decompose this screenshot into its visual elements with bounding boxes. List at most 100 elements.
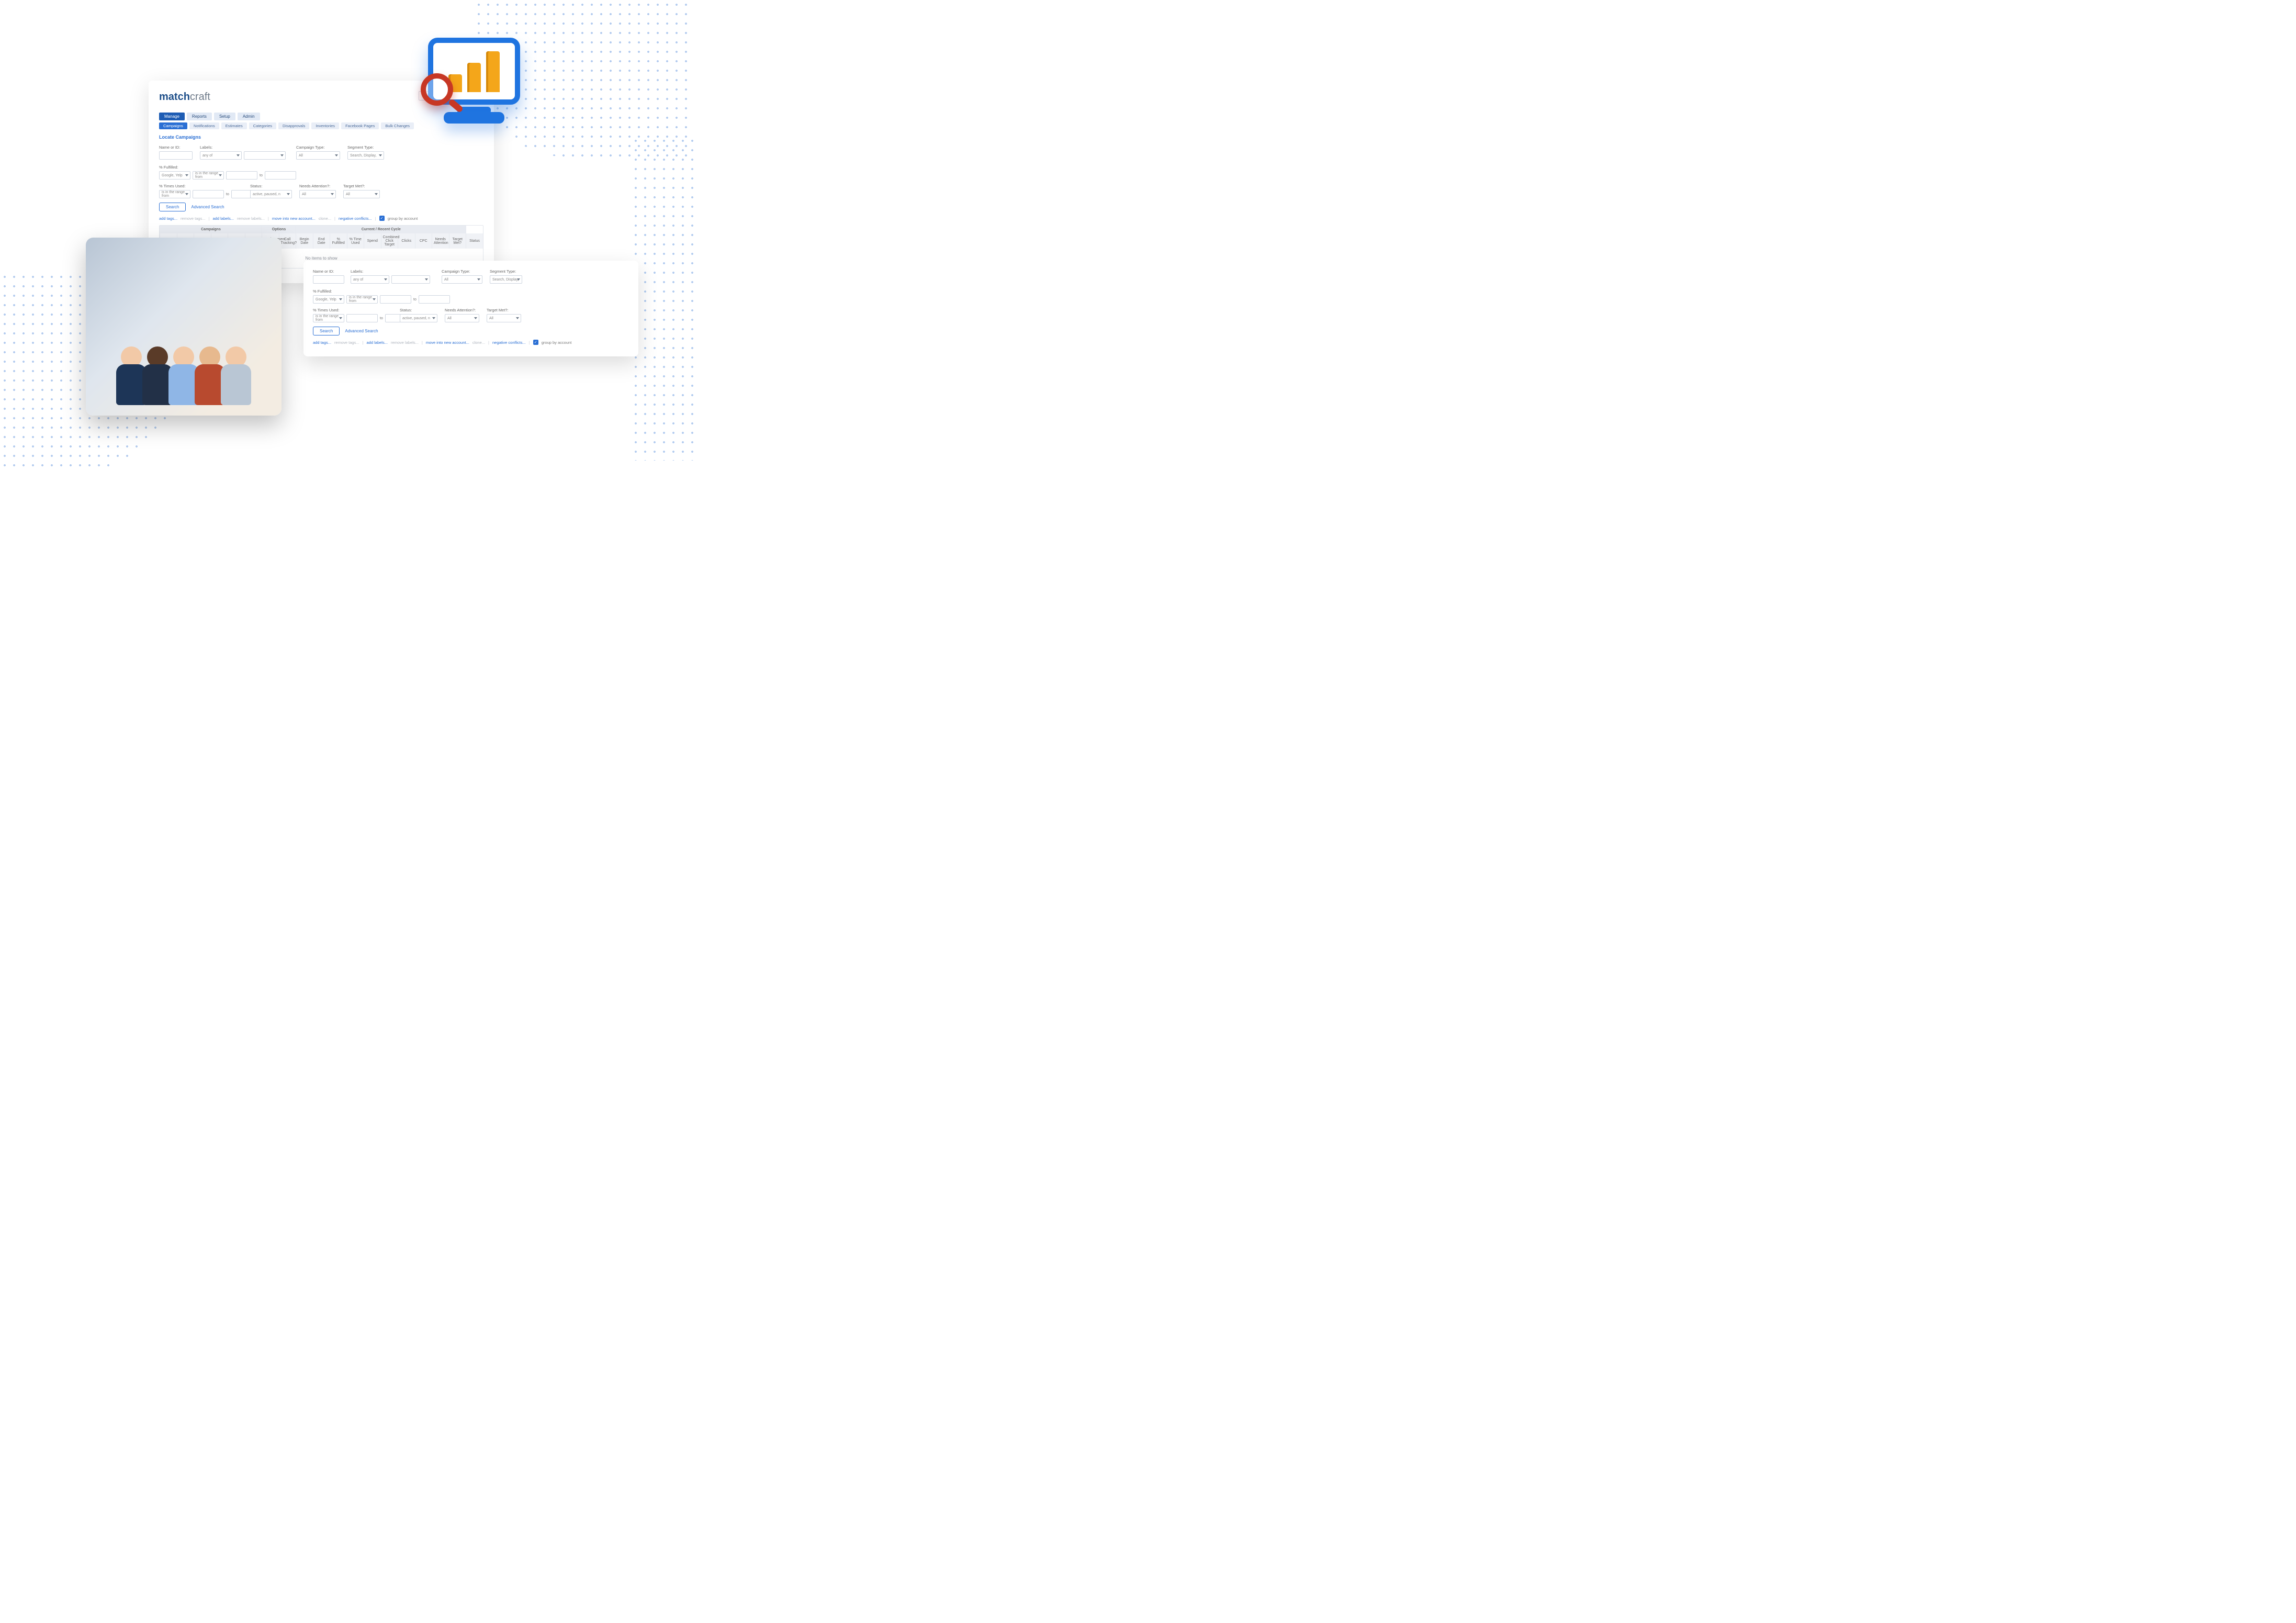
f-label-segment-type: Segment Type: [490,269,522,274]
chevron-down-icon [375,193,378,195]
f-label-times-used: % Times Used: [313,308,392,312]
f-action-remove-labels[interactable]: remove labels... [391,340,419,345]
label-to: to [226,193,229,196]
filter-row-2: % Times Used: is in the range from to St… [159,184,483,198]
global-search-input[interactable] [419,91,481,100]
f-advanced-search-link[interactable]: Advanced Search [345,329,378,333]
select-status[interactable]: active, paused, n [250,190,292,198]
col-target[interactable]: Target Met? [449,233,466,249]
f-checkbox-group-by-account[interactable]: ✓ [533,340,538,345]
select-times-used-op[interactable]: is in the range from [159,190,190,198]
col-spend[interactable]: Spend [364,233,381,249]
section-title: Locate Campaigns [159,135,483,140]
select-campaign-type[interactable]: All [296,151,340,160]
separator: | [268,216,269,221]
search-button[interactable]: Search [159,203,186,211]
subtab-categories[interactable]: Categories [249,122,276,129]
colgroup-cycle: Current / Recent Cycle [296,226,466,233]
checkbox-group-by-account[interactable]: ✓ [379,216,385,221]
tab-setup[interactable]: Setup [214,113,235,120]
chevron-down-icon [331,193,334,195]
action-remove-tags[interactable]: remove tags... [181,216,206,221]
label-name-id: Name or ID: [159,145,193,150]
label-segment-type: Segment Type: [347,145,384,150]
f-select-status[interactable]: active, paused, n [400,314,437,322]
chevron-down-icon [517,278,520,281]
f-input-fulfilled-to[interactable] [419,295,450,304]
select-fulfilled-op[interactable]: is in the range from [193,171,224,180]
subtab-inventories[interactable]: Inventories [311,122,339,129]
chevron-down-icon [379,154,382,156]
f-input-name-id[interactable] [313,275,344,284]
separator: | [334,216,335,221]
f-search-button[interactable]: Search [313,327,340,335]
col-cpc[interactable]: CPC [415,233,432,249]
input-fulfilled-to[interactable] [265,171,296,180]
action-add-labels[interactable]: add labels... [213,216,234,221]
subtab-campaigns[interactable]: Campaigns [159,122,187,129]
f-bulk-actions: add tags... remove tags... | add labels.… [313,340,629,345]
col-combined[interactable]: Combined Click Target [381,233,398,249]
subtab-notifications[interactable]: Notifications [189,122,219,129]
select-segment-type[interactable]: Search, Display, [347,151,384,160]
f-action-remove-tags[interactable]: remove tags... [334,340,359,345]
action-negative-conflicts[interactable]: negative conflicts... [339,216,372,221]
col-time[interactable]: % Time Used [347,233,364,249]
f-input-fulfilled-from[interactable] [380,295,411,304]
brand-light: craft [190,91,210,103]
f-action-add-tags[interactable]: add tags... [313,340,331,345]
label-labels: Labels: [200,145,289,150]
chevron-down-icon [339,317,342,319]
input-times-used-from[interactable] [193,190,224,198]
chevron-down-icon [425,278,428,281]
action-remove-labels[interactable]: remove labels... [237,216,265,221]
subtab-bulk-changes[interactable]: Bulk Changes [381,122,414,129]
colgroup-campaigns: Campaigns [160,226,262,233]
col-begin[interactable]: Begin Date [296,233,313,249]
col-attn[interactable]: Needs Attention [432,233,449,249]
input-fulfilled-from[interactable] [226,171,257,180]
subtab-estimates[interactable]: Estimates [221,122,247,129]
action-clone[interactable]: clone... [319,216,331,221]
f-select-fulfilled-source[interactable]: Google, Yelp [313,295,344,304]
f-action-clone[interactable]: clone... [472,340,485,345]
subtab-facebook-pages[interactable]: Facebook Pages [341,122,379,129]
input-name-id[interactable] [159,151,193,160]
f-action-add-labels[interactable]: add labels... [367,340,388,345]
separator: | [363,340,364,345]
col-end[interactable]: End Date [313,233,330,249]
f-label-name-id: Name or ID: [313,269,343,274]
select-labels-mode[interactable]: any of [200,151,242,160]
select-target-met[interactable]: All [343,190,380,198]
separator: | [529,340,530,345]
chevron-down-icon [432,317,435,319]
f-action-negative-conflicts[interactable]: negative conflicts... [492,340,526,345]
f-input-times-used-from[interactable] [346,314,378,322]
select-needs-attention[interactable]: All [299,190,336,198]
f-action-move[interactable]: move into new account... [426,340,469,345]
f-select-segment-type[interactable]: Search, Display, [490,275,522,284]
tab-admin[interactable]: Admin [238,113,260,120]
f-select-target-met[interactable]: All [487,314,521,322]
advanced-search-link[interactable]: Advanced Search [191,205,224,209]
col-fulfilled[interactable]: % Fulfilled [330,233,347,249]
col-status[interactable]: Status [466,233,483,249]
tab-manage[interactable]: Manage [159,113,185,120]
f-select-fulfilled-op[interactable]: is in the range from [346,295,378,304]
f-select-needs-attention[interactable]: All [445,314,479,322]
f-select-times-used-op[interactable]: is in the range from [313,314,344,322]
select-fulfilled-source[interactable]: Google, Yelp [159,171,190,180]
tab-reports[interactable]: Reports [187,113,212,120]
f-label-to: to [380,317,383,320]
subtab-disapprovals[interactable]: Disapprovals [278,122,309,129]
select-labels-value[interactable] [244,151,286,160]
label-status: Status: [250,184,292,188]
f-label-fulfilled: % Fulfilled: [313,289,423,294]
f-select-labels-value[interactable] [391,275,430,284]
filter-row-1: Name or ID: Labels: any of Campaign Type… [159,145,483,180]
f-select-labels-mode[interactable]: any of [351,275,389,284]
f-select-campaign-type[interactable]: All [442,275,482,284]
action-add-tags[interactable]: add tags... [159,216,177,221]
col-clicks[interactable]: Clicks [398,233,415,249]
action-move[interactable]: move into new account... [272,216,316,221]
